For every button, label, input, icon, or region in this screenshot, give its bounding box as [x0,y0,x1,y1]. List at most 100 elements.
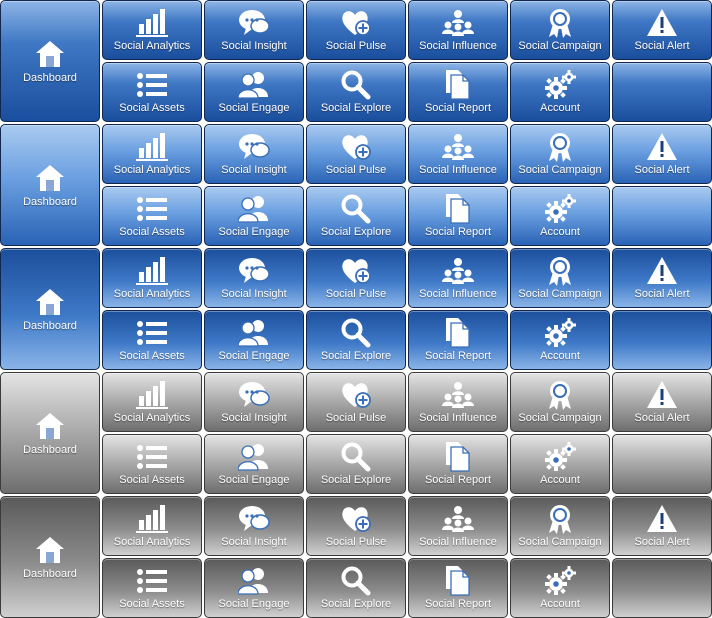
dashboard-tile[interactable]: Dashboard [0,372,100,494]
social-alert-tile[interactable]: Social Alert [612,124,712,184]
social-insight-label: Social Insight [221,288,287,300]
social-pulse-label: Social Pulse [325,412,387,424]
social-assets-tile[interactable]: Social Assets [102,434,202,494]
social-explore-tile[interactable]: Social Explore [306,186,406,246]
warning-triangle-icon [613,380,711,410]
theme-block-1: Dashboard Social Analytics Social Insight S… [0,0,712,122]
social-campaign-tile[interactable]: Social Campaign [510,0,610,60]
heart-plus-icon [307,132,405,162]
account-tile[interactable]: Account [510,186,610,246]
social-assets-label: Social Assets [119,102,185,114]
users-icon [205,566,303,596]
dashboard-tile[interactable]: Dashboard [0,496,100,618]
social-alert-tile[interactable]: Social Alert [612,496,712,556]
magnifier-icon [307,70,405,100]
heart-plus-icon [307,8,405,38]
social-report-tile[interactable]: Social Report [408,62,508,122]
social-analytics-label: Social Analytics [113,288,191,300]
social-engage-tile[interactable]: Social Engage [204,310,304,370]
social-campaign-label: Social Campaign [518,164,602,176]
gears-icon [511,194,609,224]
speech-bubbles-icon [205,504,303,534]
list-icon [103,566,201,596]
social-insight-tile[interactable]: Social Insight [204,0,304,60]
social-pulse-tile[interactable]: Social Pulse [306,372,406,432]
social-engage-tile[interactable]: Social Engage [204,434,304,494]
social-insight-tile[interactable]: Social Insight [204,372,304,432]
social-analytics-tile[interactable]: Social Analytics [102,496,202,556]
social-insight-label: Social Insight [221,412,287,424]
people-network-icon [409,256,507,286]
social-alert-tile[interactable]: Social Alert [612,372,712,432]
list-icon [103,442,201,472]
award-ribbon-icon [511,256,609,286]
social-alert-label: Social Alert [634,412,690,424]
documents-icon [409,318,507,348]
bar-chart-icon [103,504,201,534]
dashboard-label: Dashboard [23,196,77,208]
social-influence-label: Social Influence [419,164,497,176]
social-report-tile[interactable]: Social Report [408,558,508,618]
social-engage-tile[interactable]: Social Engage [204,558,304,618]
social-explore-tile[interactable]: Social Explore [306,310,406,370]
social-analytics-tile[interactable]: Social Analytics [102,0,202,60]
social-analytics-tile[interactable]: Social Analytics [102,124,202,184]
social-report-tile[interactable]: Social Report [408,310,508,370]
social-alert-tile[interactable]: Social Alert [612,248,712,308]
account-label: Account [540,598,580,610]
social-influence-label: Social Influence [419,40,497,52]
empty-tile [612,558,712,618]
social-influence-tile[interactable]: Social Influence [408,248,508,308]
social-pulse-tile[interactable]: Social Pulse [306,124,406,184]
social-campaign-tile[interactable]: Social Campaign [510,248,610,308]
social-assets-tile[interactable]: Social Assets [102,310,202,370]
gears-icon [511,442,609,472]
account-tile[interactable]: Account [510,62,610,122]
dashboard-tile[interactable]: Dashboard [0,124,100,246]
social-assets-tile[interactable]: Social Assets [102,558,202,618]
documents-icon [409,566,507,596]
social-influence-tile[interactable]: Social Influence [408,496,508,556]
social-insight-tile[interactable]: Social Insight [204,496,304,556]
account-tile[interactable]: Account [510,310,610,370]
social-pulse-tile[interactable]: Social Pulse [306,0,406,60]
social-report-label: Social Report [424,350,492,362]
social-assets-tile[interactable]: Social Assets [102,62,202,122]
warning-triangle-icon [613,256,711,286]
people-network-icon [409,504,507,534]
list-icon [103,318,201,348]
social-insight-tile[interactable]: Social Insight [204,248,304,308]
social-assets-tile[interactable]: Social Assets [102,186,202,246]
social-influence-label: Social Influence [419,412,497,424]
dashboard-label: Dashboard [23,320,77,332]
social-explore-tile[interactable]: Social Explore [306,434,406,494]
social-pulse-label: Social Pulse [325,164,387,176]
social-influence-tile[interactable]: Social Influence [408,124,508,184]
warning-triangle-icon [613,8,711,38]
social-insight-tile[interactable]: Social Insight [204,124,304,184]
account-tile[interactable]: Account [510,434,610,494]
users-icon [205,194,303,224]
social-campaign-tile[interactable]: Social Campaign [510,124,610,184]
social-engage-tile[interactable]: Social Engage [204,186,304,246]
account-tile[interactable]: Account [510,558,610,618]
social-explore-tile[interactable]: Social Explore [306,62,406,122]
social-influence-tile[interactable]: Social Influence [408,0,508,60]
social-analytics-tile[interactable]: Social Analytics [102,372,202,432]
social-explore-tile[interactable]: Social Explore [306,558,406,618]
social-report-tile[interactable]: Social Report [408,186,508,246]
social-analytics-tile[interactable]: Social Analytics [102,248,202,308]
social-campaign-tile[interactable]: Social Campaign [510,496,610,556]
empty-tile [612,434,712,494]
social-assets-label: Social Assets [119,350,185,362]
social-pulse-tile[interactable]: Social Pulse [306,496,406,556]
social-alert-tile[interactable]: Social Alert [612,0,712,60]
social-report-tile[interactable]: Social Report [408,434,508,494]
social-influence-tile[interactable]: Social Influence [408,372,508,432]
social-campaign-tile[interactable]: Social Campaign [510,372,610,432]
social-engage-tile[interactable]: Social Engage [204,62,304,122]
social-pulse-tile[interactable]: Social Pulse [306,248,406,308]
dashboard-tile[interactable]: Dashboard [0,0,100,122]
dashboard-tile[interactable]: Dashboard [0,248,100,370]
social-assets-label: Social Assets [119,474,185,486]
